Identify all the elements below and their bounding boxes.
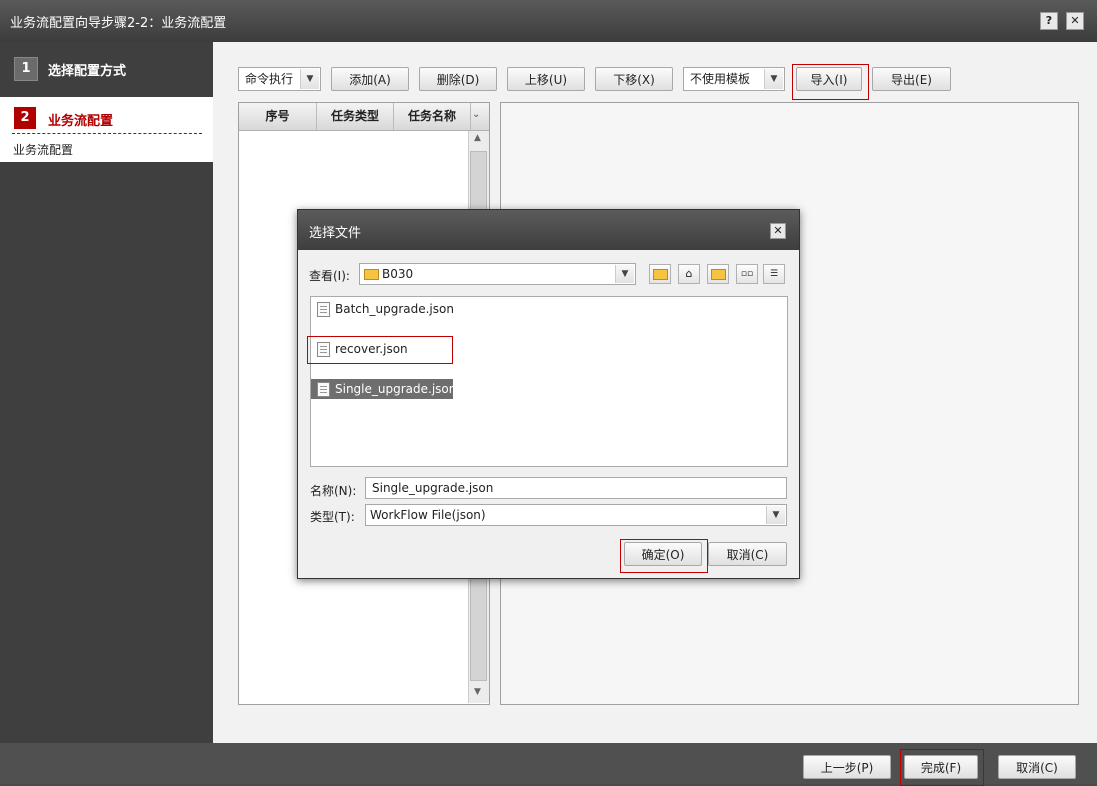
file-type-select[interactable]: WorkFlow File(json) ▼ <box>365 504 787 526</box>
step-label: 选择配置方式 <box>48 64 127 79</box>
folder-icon <box>364 269 379 280</box>
file-type-value: WorkFlow File(json) <box>370 508 486 522</box>
file-type-label: 类型(T): <box>310 510 355 524</box>
task-table-header: 序号 任务类型 任务名称 ⌄ <box>239 103 489 131</box>
column-header-task-name[interactable]: 任务名称 <box>394 103 471 130</box>
scroll-up-icon[interactable]: ▲ <box>474 133 481 143</box>
column-chooser-icon[interactable]: ⌄ <box>472 109 480 120</box>
file-icon <box>317 302 330 317</box>
exec-mode-select[interactable]: 命令执行 ▼ <box>238 67 321 91</box>
exec-mode-value: 命令执行 <box>245 72 294 86</box>
dialog-close-button[interactable]: ✕ <box>770 223 786 239</box>
cancel-button[interactable]: 取消(C) <box>708 542 787 566</box>
file-list: Batch_upgrade.json recover.json Single_u… <box>307 296 788 467</box>
window-title: 业务流配置向导步骤2-2：业务流配置 <box>10 16 227 31</box>
wizard-footer: 上一步(P) 完成(F) 取消(C) <box>0 743 1097 786</box>
step-label: 业务流配置 <box>48 114 114 129</box>
dialog-title: 选择文件 <box>309 226 362 241</box>
step-divider <box>12 133 202 134</box>
file-name: Batch_upgrade.json <box>335 302 454 316</box>
move-down-button[interactable]: 下移(X) <box>595 67 673 91</box>
chevron-down-icon: ▼ <box>764 69 783 89</box>
step-number-badge: 2 <box>14 107 36 129</box>
look-in-value: B030 <box>382 267 414 281</box>
column-header-index[interactable]: 序号 <box>239 103 317 130</box>
ok-button[interactable]: 确定(O) <box>624 542 702 566</box>
up-folder-icon[interactable] <box>649 264 671 284</box>
file-chooser-dialog: 选择文件 ✕ 查看(I): B030 ▼ ⌂ ▫▫ ☰ Batch_upgrad… <box>297 209 800 579</box>
chevron-down-icon: ▼ <box>615 265 634 283</box>
file-item-selected[interactable]: Single_upgrade.json <box>311 379 457 399</box>
dialog-titlebar: 选择文件 ✕ <box>298 210 799 250</box>
file-icon <box>317 382 330 397</box>
wizard-step-2[interactable]: 2 业务流配置 业务流配置 <box>0 97 213 162</box>
file-item[interactable]: Batch_upgrade.json <box>311 299 535 319</box>
import-button[interactable]: 导入(I) <box>796 67 862 91</box>
details-view-icon[interactable]: ☰ <box>763 264 785 284</box>
template-value: 不使用模板 <box>690 72 751 86</box>
chevron-down-icon: ▼ <box>766 506 785 524</box>
wizard-sidebar: 1 选择配置方式 2 业务流配置 业务流配置 <box>0 42 213 743</box>
selected-file-highlight <box>307 336 453 364</box>
close-button[interactable]: ✕ <box>1066 12 1084 30</box>
cancel-button[interactable]: 取消(C) <box>998 755 1076 779</box>
export-button[interactable]: 导出(E) <box>872 67 951 91</box>
step-number-badge: 1 <box>14 57 38 81</box>
finish-button[interactable]: 完成(F) <box>904 755 978 779</box>
window-titlebar: 业务流配置向导步骤2-2：业务流配置 ? ✕ <box>0 0 1097 42</box>
chevron-down-icon: ▼ <box>300 69 319 89</box>
list-view-icon[interactable]: ▫▫ <box>736 264 758 284</box>
add-button[interactable]: 添加(A) <box>331 67 409 91</box>
delete-button[interactable]: 删除(D) <box>419 67 497 91</box>
prev-button[interactable]: 上一步(P) <box>803 755 891 779</box>
look-in-select[interactable]: B030 ▼ <box>359 263 636 285</box>
home-icon[interactable]: ⌂ <box>678 264 700 284</box>
new-folder-icon[interactable] <box>707 264 729 284</box>
file-name-label: 名称(N): <box>310 484 357 498</box>
column-header-task-type[interactable]: 任务类型 <box>317 103 394 130</box>
move-up-button[interactable]: 上移(U) <box>507 67 585 91</box>
template-select[interactable]: 不使用模板 ▼ <box>683 67 785 91</box>
help-button[interactable]: ? <box>1040 12 1058 30</box>
look-in-label: 查看(I): <box>309 269 350 283</box>
file-name-input[interactable]: Single_upgrade.json <box>365 477 787 499</box>
scroll-down-icon[interactable]: ▼ <box>474 687 481 697</box>
step-sub-item[interactable]: 业务流配置 <box>13 141 73 158</box>
wizard-step-1[interactable]: 1 选择配置方式 <box>0 42 213 95</box>
file-name: Single_upgrade.json <box>335 382 457 396</box>
